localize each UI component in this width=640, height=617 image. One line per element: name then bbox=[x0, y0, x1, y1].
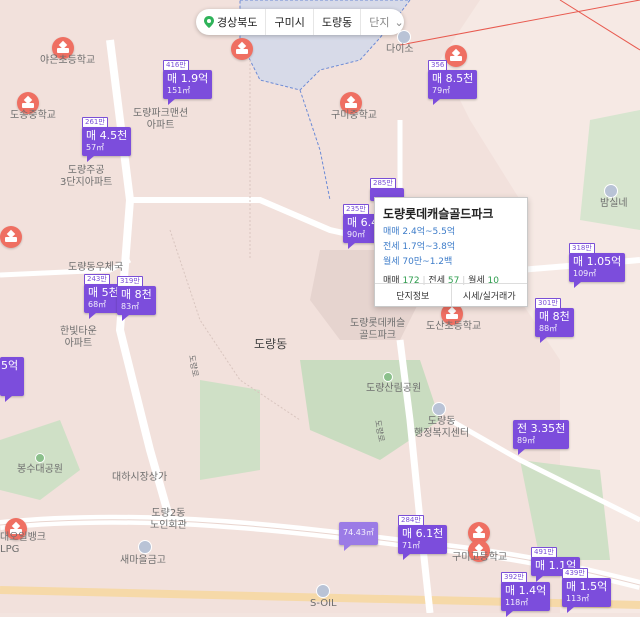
listing-marker[interactable]: 301만 매 8천 88㎡ bbox=[535, 298, 574, 343]
listing-box[interactable]: 전 3.35천 89㎡ bbox=[513, 420, 570, 455]
park-icon[interactable] bbox=[383, 372, 393, 382]
district-name-label: 도량동 bbox=[254, 337, 288, 351]
city-label: 구미시 bbox=[274, 16, 305, 29]
label-daehan-market: 대하시장상가 bbox=[112, 472, 168, 483]
label-senior-center: 도량2동 노인회관 bbox=[150, 508, 187, 531]
label-lpg: 대오일뱅크 LPG bbox=[0, 532, 46, 555]
listing-price: 매 1.4억 bbox=[505, 584, 547, 597]
listing-price: 매 4.5천 bbox=[86, 129, 128, 142]
listing-price: 매 8천 bbox=[121, 288, 152, 301]
listing-box[interactable]: 매 8.5천 79㎡ bbox=[428, 70, 478, 105]
map-green-west bbox=[200, 380, 260, 480]
label-lotte-castle: 도량롯데캐슬 골드파크 bbox=[350, 318, 406, 341]
school-icon[interactable] bbox=[231, 38, 253, 60]
listing-price: 15억 bbox=[0, 359, 19, 372]
listing-area: 109㎡ bbox=[573, 269, 597, 278]
label-bamsil: 밤실네 bbox=[600, 198, 628, 209]
complex-title[interactable]: 도량롯데캐슬골드파크 bbox=[375, 198, 527, 225]
listing-price: 매 1.5억 bbox=[566, 580, 608, 593]
listing-area: 57㎡ bbox=[86, 143, 105, 152]
label-soil: S-OIL bbox=[310, 598, 337, 609]
listing-area: 89㎡ bbox=[517, 436, 536, 445]
label-saema: 새마을금고 bbox=[120, 555, 166, 566]
listing-marker[interactable]: 74.43㎡ bbox=[339, 522, 378, 551]
listing-box[interactable]: 매 1.05억 109㎡ bbox=[569, 253, 626, 288]
listing-box[interactable]: 매 1.5억 113㎡ bbox=[562, 578, 612, 613]
listing-marker[interactable]: 356 매 8.5천 79㎡ bbox=[428, 60, 478, 105]
chevron-down-icon: ⌄ bbox=[394, 15, 404, 29]
community-icon[interactable] bbox=[604, 184, 618, 198]
location-search-bar[interactable]: 경상북도 구미시 도량동 단지 ⌄ bbox=[196, 9, 404, 35]
label-dosan-school: 도산초등학교 bbox=[426, 321, 482, 332]
listing-marker[interactable]: 416만 매 1.9억 151㎡ bbox=[163, 60, 213, 105]
label-doryang-jugong: 도량주공 3단지아파트 bbox=[60, 165, 113, 188]
jeonse-range: 전세 1.7억~3.8억 bbox=[383, 242, 456, 252]
district-select[interactable]: 도량동 bbox=[314, 9, 362, 35]
listing-marker[interactable]: 261만 매 4.5천 57㎡ bbox=[82, 117, 132, 162]
listing-marker[interactable]: 318만 매 1.05억 109㎡ bbox=[569, 243, 626, 288]
city-select[interactable]: 구미시 bbox=[266, 9, 314, 35]
listing-area: 151㎡ bbox=[167, 86, 191, 95]
listing-box[interactable]: 매 1.4억 118㎡ bbox=[501, 582, 551, 617]
label-gumi-high: 구미고등학교 bbox=[452, 552, 508, 563]
gas-station-icon[interactable] bbox=[316, 584, 330, 598]
park-icon[interactable] bbox=[35, 453, 45, 463]
listing-marker[interactable]: 392만 매 1.4억 118㎡ bbox=[501, 572, 551, 617]
listing-box[interactable]: 매 4.5천 57㎡ bbox=[82, 127, 132, 162]
listing-area: 74.43㎡ bbox=[343, 528, 374, 537]
listing-area: 83㎡ bbox=[121, 302, 140, 311]
listing-box[interactable]: 매 8천 88㎡ bbox=[535, 308, 574, 343]
listing-area: 118㎡ bbox=[505, 598, 529, 607]
listing-price: 매 1.05억 bbox=[573, 255, 622, 268]
listing-price: 매 8.5천 bbox=[432, 72, 474, 85]
listing-box[interactable]: 매 1.9억 151㎡ bbox=[163, 70, 213, 105]
location-pin-icon bbox=[204, 16, 214, 28]
listing-marker[interactable]: 전 3.35천 89㎡ bbox=[513, 420, 570, 455]
listing-box[interactable]: 15억 bbox=[0, 357, 24, 402]
sale-range: 매매 2.4억~5.5억 bbox=[383, 227, 456, 237]
label-community-center: 도량동 행정복지센터 bbox=[414, 416, 470, 439]
district-label: 도량동 bbox=[321, 16, 353, 29]
label-doryang-school-top: 도송중학교 bbox=[10, 110, 56, 121]
school-icon[interactable] bbox=[445, 45, 467, 67]
listing-marker[interactable]: 284만 매 6.1천 71㎡ bbox=[398, 515, 448, 560]
listing-area: 71㎡ bbox=[402, 541, 421, 550]
complex-info-button[interactable]: 단지정보 bbox=[375, 284, 452, 306]
listing-price: 매 8천 bbox=[539, 310, 570, 323]
price-history-button[interactable]: 시세/실거래가 bbox=[452, 284, 528, 306]
listing-price: 전 3.35천 bbox=[517, 422, 566, 435]
school-icon[interactable] bbox=[0, 226, 22, 248]
listing-box[interactable]: 74.43㎡ bbox=[339, 522, 378, 551]
label-hanbit-apt: 한빛타운 아파트 bbox=[60, 326, 97, 349]
listing-area: 68㎡ bbox=[88, 300, 107, 309]
listing-area: 88㎡ bbox=[539, 324, 558, 333]
label-daiso: 다이소 bbox=[386, 44, 414, 55]
popup-actions: 단지정보 시세/실거래가 bbox=[375, 283, 527, 306]
listing-box[interactable]: 매 6.1천 71㎡ bbox=[398, 525, 448, 560]
shop-icon[interactable] bbox=[397, 30, 411, 44]
label-doryang-park-apt: 도량파크맨션 아파트 bbox=[133, 108, 189, 131]
listing-price: 매 1.9억 bbox=[167, 72, 209, 85]
label-doryang-post: 도량동우체국 bbox=[68, 262, 124, 273]
listing-marker[interactable]: 15억 bbox=[0, 357, 24, 402]
listing-price: 매 5천 bbox=[88, 286, 119, 299]
monthly-range: 월세 70만~1.2백 bbox=[383, 257, 453, 267]
listing-price: 매 6.1천 bbox=[402, 527, 444, 540]
label-aon-school: 야은초등학교 bbox=[40, 55, 96, 66]
listing-box[interactable]: 매 8천 83㎡ bbox=[117, 286, 156, 321]
region-label: 경상북도 bbox=[217, 16, 258, 29]
mode-label: 단지 bbox=[369, 16, 390, 29]
bank-icon[interactable] bbox=[138, 540, 152, 554]
listing-marker[interactable]: 319만 매 8천 83㎡ bbox=[117, 276, 156, 321]
listing-area: 113㎡ bbox=[566, 594, 590, 603]
label-doryang-park: 도량산림공원 bbox=[366, 383, 422, 394]
region-select[interactable]: 경상북도 bbox=[196, 9, 267, 35]
listing-area: 79㎡ bbox=[432, 86, 451, 95]
listing-marker[interactable]: 439만 매 1.5억 113㎡ bbox=[562, 568, 612, 613]
office-icon[interactable] bbox=[432, 402, 446, 416]
label-gumi-middle: 구미중학교 bbox=[331, 110, 377, 121]
label-bongsu-park: 봉수대공원 bbox=[17, 464, 63, 475]
complex-info-popup[interactable]: 도량롯데캐슬골드파크 매매 2.4억~5.5억 전세 1.7억~3.8억 월세 … bbox=[374, 197, 528, 307]
